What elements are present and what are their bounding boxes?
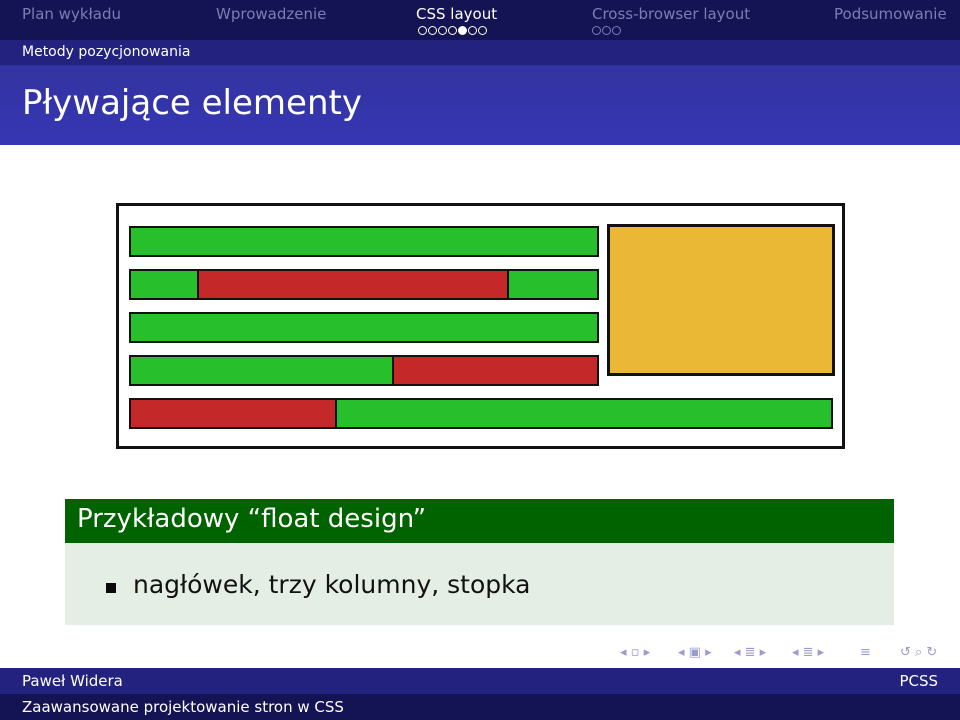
slide-dot[interactable] [438,26,447,35]
search-icon[interactable]: ↺ ⌕ ↻ [900,645,937,660]
frame-title-bar: Pływające elementy [0,65,960,145]
footer-left-block [129,398,339,429]
float-layout-diagram [116,203,845,449]
subsection-nav-icon[interactable]: ◂ ≣ ▸ [734,645,766,660]
section-nav-icon[interactable]: ◂ ≣ ▸ [792,645,824,660]
nav-section-summary[interactable]: Podsumowanie [834,5,947,23]
slide-dot[interactable] [428,26,437,35]
slide-dot[interactable] [468,26,477,35]
slide-nav-icon[interactable]: ◂ ▫ ▸ [620,645,650,660]
floated-box-block [607,224,835,376]
example-block-body: nagłówek, trzy kolumny, stopka [65,543,894,625]
slide-dot[interactable] [612,26,621,35]
footer-author: Paweł Widera [22,672,123,690]
slide-dot[interactable] [592,26,601,35]
example-block-title-bar: Przykładowy “float design” [65,499,894,543]
left-column-block [129,355,394,386]
cross-browser-progress-dots [592,26,622,36]
nav-section-css-layout[interactable]: CSS layout [416,5,497,23]
footer-author-bar: Paweł Widera PCSS [0,668,960,694]
subsection-bar: Metody pozycjonowania [0,40,960,65]
nav-section-cross-browser[interactable]: Cross-browser layout [592,5,750,23]
slide-dot[interactable] [448,26,457,35]
list-item: nagłówek, trzy kolumny, stopka [133,570,531,599]
footer-short-title: PCSS [899,672,938,690]
section-navigation: Plan wykładu Wprowadzenie CSS layout Cro… [0,0,960,40]
right-column-block [392,355,599,386]
slide-dot[interactable] [478,26,487,35]
slide-dot[interactable] [418,26,427,35]
frame-nav-icon[interactable]: ◂ ▣ ▸ [678,645,712,660]
current-slide-dot[interactable] [458,26,467,35]
css-layout-progress-dots [418,26,488,36]
footer-title-bar: Zaawansowane projektowanie stron w CSS [0,694,960,720]
nav-section-intro[interactable]: Wprowadzenie [216,5,326,23]
nav-section-plan[interactable]: Plan wykładu [22,5,121,23]
example-block-title: Przykładowy “float design” [77,504,427,534]
subsection-title[interactable]: Metody pozycjonowania [22,44,190,60]
full-width-block [129,312,599,343]
frame-title: Pływające elementy [22,83,362,123]
bullet-icon [106,583,116,593]
middle-column-block [197,269,509,300]
footer-right-block [335,398,833,429]
header-bar-block [129,226,599,257]
footer-title: Zaawansowane projektowanie stron w CSS [22,698,344,716]
slide-dot[interactable] [602,26,611,35]
align-icon[interactable]: ≡ [860,645,871,660]
